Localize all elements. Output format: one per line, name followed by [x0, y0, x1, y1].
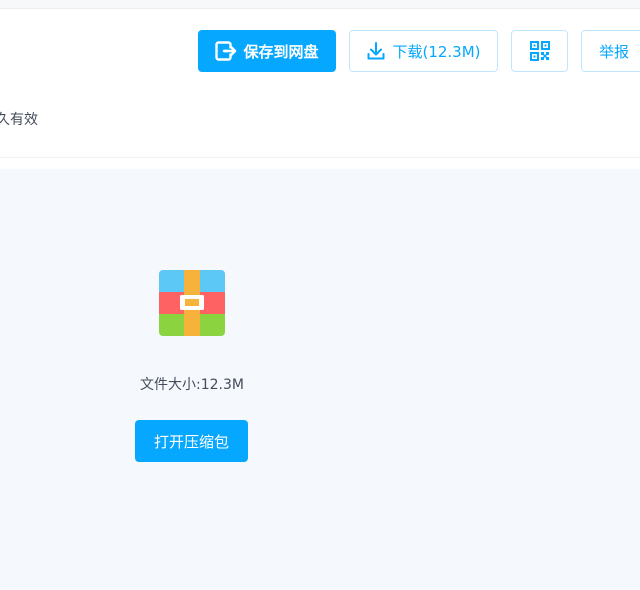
report-button[interactable]: 举报	[581, 30, 640, 72]
qr-code-button[interactable]	[511, 30, 568, 72]
file-size-label: 文件大小:12.3M	[140, 377, 244, 393]
download-icon	[366, 41, 386, 61]
save-to-disk-icon	[215, 41, 237, 61]
report-button-label: 举报	[599, 42, 630, 61]
save-to-netdisk-button[interactable]: 保存到网盘	[198, 30, 336, 72]
validity-text: 久有效	[0, 112, 38, 128]
open-archive-button[interactable]: 打开压缩包	[135, 420, 248, 462]
top-strip	[0, 0, 640, 9]
file-preview-panel	[0, 169, 640, 590]
save-button-label: 保存到网盘	[243, 42, 319, 61]
download-button[interactable]: 下载(12.3M)	[349, 30, 498, 72]
qr-code-icon	[529, 41, 550, 61]
download-button-label: 下载(12.3M)	[392, 42, 481, 61]
zip-archive-icon	[159, 270, 225, 336]
